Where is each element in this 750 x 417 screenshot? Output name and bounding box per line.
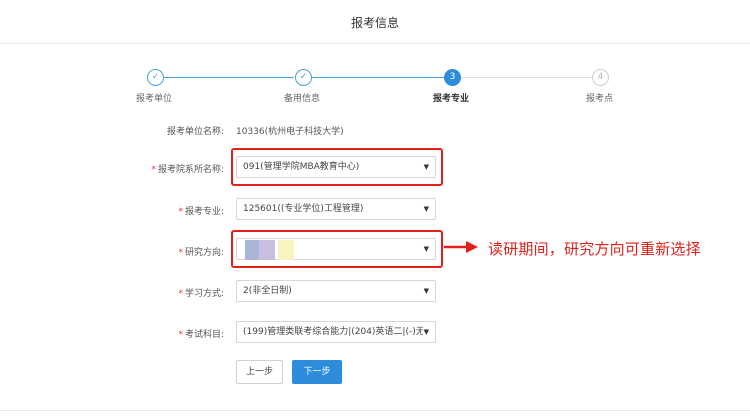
subjects-select[interactable]: (199)管理类联考综合能力|(204)英语二|(-)无 ▼: [236, 321, 436, 343]
step-connector-1: [164, 77, 294, 78]
page-header: 报考信息: [0, 0, 750, 44]
dept-select[interactable]: 091(管理学院MBA教育中心) ▼: [236, 156, 436, 178]
redacted-blur: [259, 240, 275, 260]
prev-step-button[interactable]: 上一步: [236, 360, 283, 384]
arrow-right-icon: [444, 241, 478, 253]
unit-label: 报考单位名称:: [166, 127, 224, 137]
direction-label: * 研究方向:: [178, 248, 224, 258]
annotation-text: 读研期间，研究方向可重新选择: [488, 240, 701, 258]
step-4-number: 4: [592, 69, 609, 86]
step-1-check-icon: ✓: [147, 69, 164, 86]
page-title: 报考信息: [350, 16, 399, 30]
redacted-blur: [245, 240, 259, 260]
step-2-check-icon: ✓: [295, 69, 312, 86]
step-connector-3: [461, 77, 591, 78]
unit-value: 10336(杭州电子科技大学): [236, 127, 344, 137]
redacted-blur: [278, 240, 294, 260]
caret-down-icon: ▼: [423, 287, 429, 295]
step-4-label: 报考点: [586, 94, 614, 104]
major-label: * 报考专业:: [178, 207, 224, 217]
subjects-label: * 考试科目:: [178, 330, 224, 340]
caret-down-icon: ▼: [423, 245, 429, 253]
caret-down-icon: ▼: [423, 205, 429, 213]
dept-label: * 报考院系所名称:: [151, 165, 224, 175]
next-step-button[interactable]: 下一步: [292, 360, 342, 384]
step-3-number: 3: [444, 69, 461, 86]
mode-select[interactable]: 2(非全日制) ▼: [236, 280, 436, 302]
step-3-label: 报考专业: [433, 94, 470, 104]
major-select[interactable]: 125601((专业学位)工程管理) ▼: [236, 198, 436, 220]
bottom-divider: [0, 410, 750, 411]
step-2-label: 备用信息: [284, 94, 321, 104]
step-1-label: 报考单位: [136, 94, 173, 104]
mode-label: * 学习方式:: [178, 289, 224, 299]
step-connector-2: [312, 77, 444, 78]
caret-down-icon: ▼: [423, 163, 429, 171]
caret-down-icon: ▼: [423, 328, 429, 336]
